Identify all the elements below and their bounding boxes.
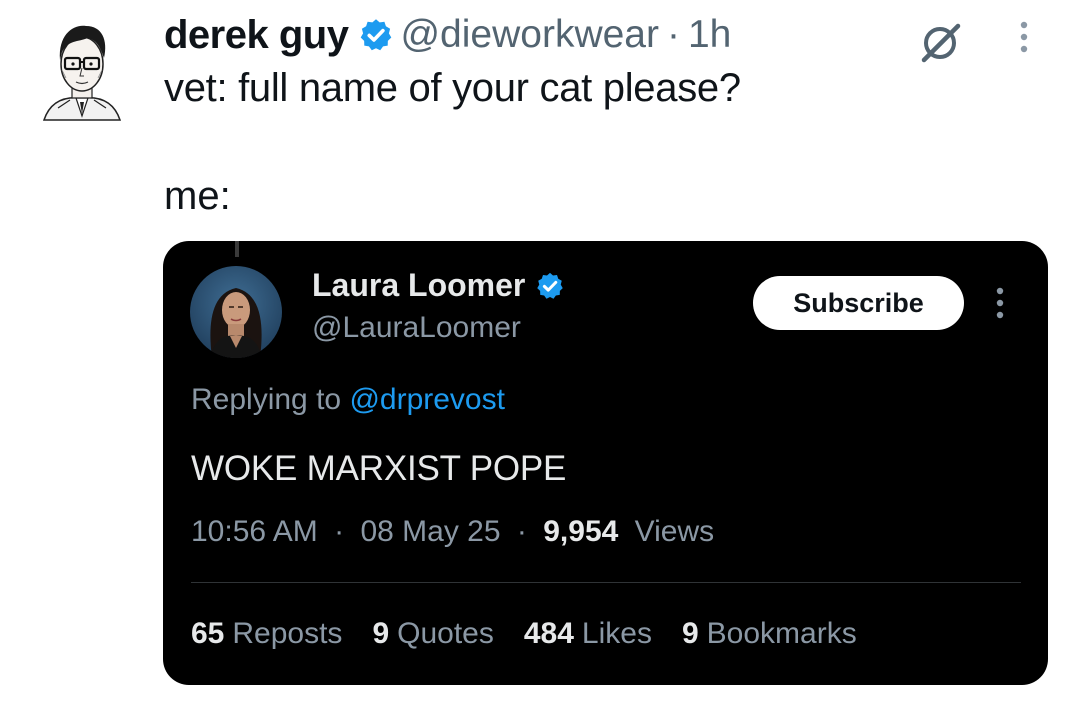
author-handle[interactable]: @dieworkwear bbox=[400, 13, 659, 57]
quoted-date[interactable]: 08 May 25 bbox=[360, 515, 500, 548]
tweet-time[interactable]: 1h bbox=[688, 13, 731, 57]
stat-likes[interactable]: 484 Likes bbox=[524, 617, 652, 651]
replying-to: Replying to @drprevost bbox=[191, 383, 505, 417]
stat-label: Quotes bbox=[397, 617, 494, 650]
quoted-stats: 65 Reposts 9 Quotes 484 Likes 9 Bookmarks bbox=[191, 617, 887, 651]
tweet-text-line-1: vet: full name of your cat please? bbox=[164, 66, 741, 110]
separator-dot: · bbox=[666, 13, 680, 56]
sketch-portrait-avatar-icon bbox=[42, 25, 122, 121]
author-display-name[interactable]: derek guy bbox=[164, 13, 349, 58]
quoted-avatar[interactable] bbox=[190, 266, 282, 358]
quoted-tweet-text: WOKE MARXIST POPE bbox=[191, 449, 567, 488]
views-count: 9,954 bbox=[543, 515, 619, 548]
attached-screenshot[interactable]: Laura Loomer @LauraLoomer Subscribe Repl… bbox=[163, 241, 1048, 685]
separator-dot: · bbox=[516, 515, 527, 548]
quoted-display-name[interactable]: Laura Loomer bbox=[312, 267, 525, 304]
stat-label: Reposts bbox=[232, 617, 343, 650]
stat-label: Bookmarks bbox=[706, 617, 857, 650]
stat-reposts[interactable]: 65 Reposts bbox=[191, 617, 342, 651]
more-vertical-icon[interactable] bbox=[1010, 18, 1038, 58]
quoted-handle[interactable]: @LauraLoomer bbox=[312, 311, 521, 345]
thread-line bbox=[235, 241, 239, 257]
verified-badge-icon[interactable] bbox=[358, 17, 394, 53]
reply-mention-link[interactable]: @drprevost bbox=[349, 383, 505, 416]
grok-icon[interactable] bbox=[916, 18, 964, 66]
tweet-header: derek guy @dieworkwear · 1h bbox=[164, 12, 731, 58]
tweet-text-line-2: me: bbox=[164, 174, 231, 218]
replying-prefix: Replying to bbox=[191, 383, 342, 416]
stat-quotes[interactable]: 9 Quotes bbox=[372, 617, 493, 651]
views-label: Views bbox=[634, 515, 715, 548]
more-vertical-icon[interactable] bbox=[991, 285, 1009, 325]
stat-bookmarks[interactable]: 9 Bookmarks bbox=[682, 617, 857, 651]
divider bbox=[191, 582, 1021, 583]
verified-badge-icon[interactable] bbox=[535, 271, 565, 301]
stat-count: 9 bbox=[681, 617, 699, 650]
quoted-meta: 10:56 AM · 08 May 25 · 9,954 Views bbox=[191, 515, 714, 549]
quoted-header: Laura Loomer bbox=[312, 267, 565, 304]
stat-label: Likes bbox=[581, 617, 652, 650]
author-avatar[interactable] bbox=[40, 18, 124, 124]
stat-count: 9 bbox=[372, 617, 390, 650]
subscribe-button[interactable]: Subscribe bbox=[753, 276, 964, 330]
stat-count: 65 bbox=[191, 617, 225, 650]
quoted-time[interactable]: 10:56 AM bbox=[191, 515, 318, 548]
portrait-photo-icon bbox=[190, 266, 282, 358]
stat-count: 484 bbox=[523, 617, 574, 650]
separator-dot: · bbox=[334, 515, 345, 548]
